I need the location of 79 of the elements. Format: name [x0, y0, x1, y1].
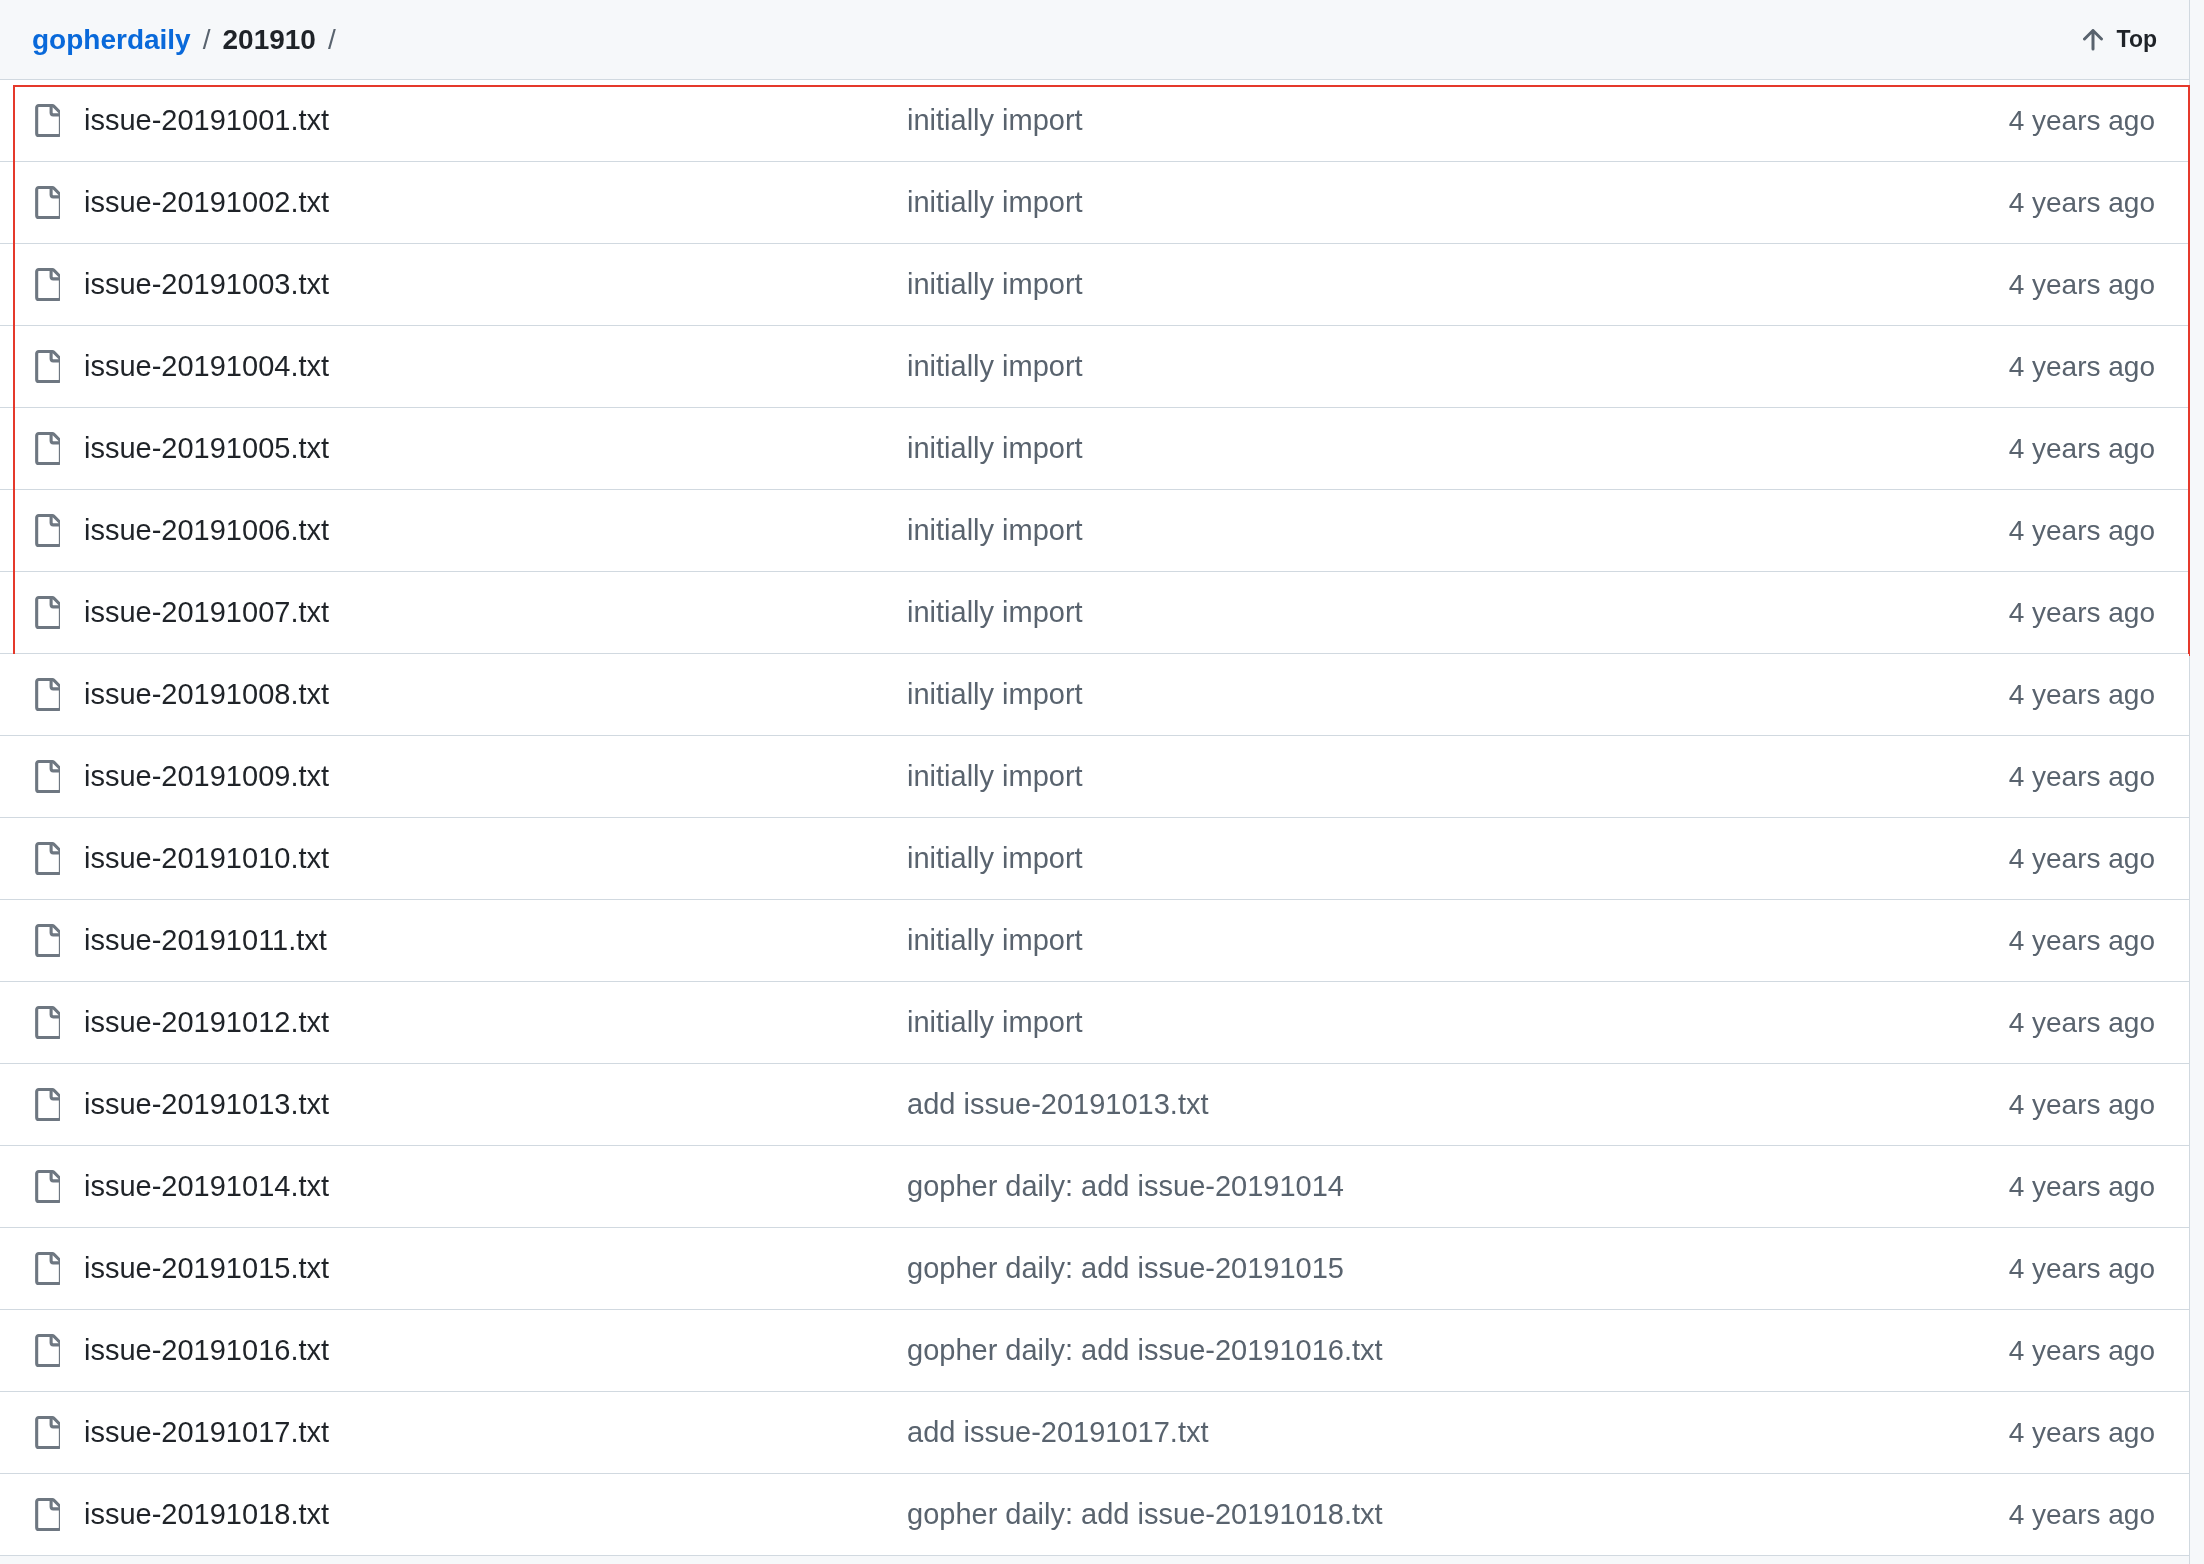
file-link[interactable]: issue-20191018.txt [84, 1500, 330, 1529]
breadcrumb-current: 201910 [222, 25, 316, 54]
commit-time: 4 years ago [2008, 516, 2155, 545]
commit-time: 4 years ago [2008, 680, 2155, 709]
file-link[interactable]: issue-20191001.txt [84, 106, 330, 135]
file-icon [35, 760, 60, 793]
commit-time: 4 years ago [2008, 598, 2155, 627]
commit-message-link[interactable]: initially import [907, 188, 1083, 217]
file-link[interactable]: issue-20191004.txt [84, 352, 330, 381]
file-icon [35, 596, 60, 629]
commit-message-link[interactable]: initially import [907, 352, 1083, 381]
file-link[interactable]: issue-20191003.txt [84, 270, 330, 299]
commit-time: 4 years ago [2008, 1090, 2155, 1119]
file-icon [35, 1252, 60, 1285]
commit-message-link[interactable]: initially import [907, 516, 1083, 545]
commit-time: 4 years ago [2008, 270, 2155, 299]
top-button-label: Top [2116, 28, 2157, 51]
commit-time: 4 years ago [2008, 1254, 2155, 1283]
commit-message-link[interactable]: initially import [907, 434, 1083, 463]
file-link[interactable]: issue-20191017.txt [84, 1418, 330, 1447]
file-link[interactable]: issue-20191010.txt [84, 844, 330, 873]
commit-message-link[interactable]: gopher daily: add issue-20191016.txt [907, 1336, 1383, 1365]
commit-message-link[interactable]: initially import [907, 106, 1083, 135]
file-link[interactable]: issue-20191006.txt [84, 516, 330, 545]
commit-time: 4 years ago [2008, 434, 2155, 463]
commit-time: 4 years ago [2008, 926, 2155, 955]
commit-time: 4 years ago [2008, 1172, 2155, 1201]
file-link[interactable]: issue-20191009.txt [84, 762, 330, 791]
commit-message-link[interactable]: initially import [907, 1008, 1083, 1037]
file-link[interactable]: issue-20191013.txt [84, 1090, 330, 1119]
arrow-up-icon [2082, 28, 2103, 51]
commit-time: 4 years ago [2008, 1008, 2155, 1037]
file-link[interactable]: issue-20191007.txt [84, 598, 330, 627]
commit-message-link[interactable]: initially import [907, 926, 1083, 955]
commit-message-link[interactable]: initially import [907, 762, 1083, 791]
file-icon [35, 514, 60, 547]
commit-time: 4 years ago [2008, 188, 2155, 217]
commit-time: 4 years ago [2008, 352, 2155, 381]
file-icon [35, 350, 60, 383]
file-icon [35, 678, 60, 711]
breadcrumb-link[interactable]: gopherdaily [32, 25, 191, 54]
file-icon [35, 924, 60, 957]
commit-message-link[interactable]: add issue-20191013.txt [907, 1090, 1209, 1119]
file-link[interactable]: issue-20191008.txt [84, 680, 330, 709]
commit-time: 4 years ago [2008, 844, 2155, 873]
commit-message-link[interactable]: initially import [907, 598, 1083, 627]
file-icon [35, 268, 60, 301]
commit-time: 4 years ago [2008, 1500, 2155, 1529]
commit-message-link[interactable]: gopher daily: add issue-20191015 [907, 1254, 1344, 1283]
file-icon [35, 1498, 60, 1531]
file-icon [35, 432, 60, 465]
file-icon [35, 1088, 60, 1121]
commit-time: 4 years ago [2008, 1336, 2155, 1365]
commit-time: 4 years ago [2008, 106, 2155, 135]
file-icon [35, 1334, 60, 1367]
file-icon [35, 1170, 60, 1203]
file-icon [35, 1006, 60, 1039]
top-button[interactable]: Top [2082, 28, 2157, 51]
file-link[interactable]: issue-20191016.txt [84, 1336, 330, 1365]
file-icon [35, 186, 60, 219]
file-link[interactable]: issue-20191002.txt [84, 188, 330, 217]
commit-message-link[interactable]: gopher daily: add issue-20191014 [907, 1172, 1344, 1201]
commit-message-link[interactable]: initially import [907, 270, 1083, 299]
file-link[interactable]: issue-20191012.txt [84, 1008, 330, 1037]
commit-time: 4 years ago [2008, 762, 2155, 791]
file-link[interactable]: issue-20191005.txt [84, 434, 330, 463]
file-icon [35, 104, 60, 137]
commit-message-link[interactable]: initially import [907, 680, 1083, 709]
commit-message-link[interactable]: initially import [907, 844, 1083, 873]
breadcrumb-separator: / [327, 25, 336, 54]
commit-message-link[interactable]: gopher daily: add issue-20191018.txt [907, 1500, 1383, 1529]
file-icon [35, 842, 60, 875]
file-link[interactable]: issue-20191014.txt [84, 1172, 330, 1201]
commit-message-link[interactable]: add issue-20191017.txt [907, 1418, 1209, 1447]
file-icon [35, 1416, 60, 1449]
commit-time: 4 years ago [2008, 1418, 2155, 1447]
file-link[interactable]: issue-20191015.txt [84, 1254, 330, 1283]
breadcrumb-separator: / [202, 25, 211, 54]
file-link[interactable]: issue-20191011.txt [84, 926, 327, 955]
